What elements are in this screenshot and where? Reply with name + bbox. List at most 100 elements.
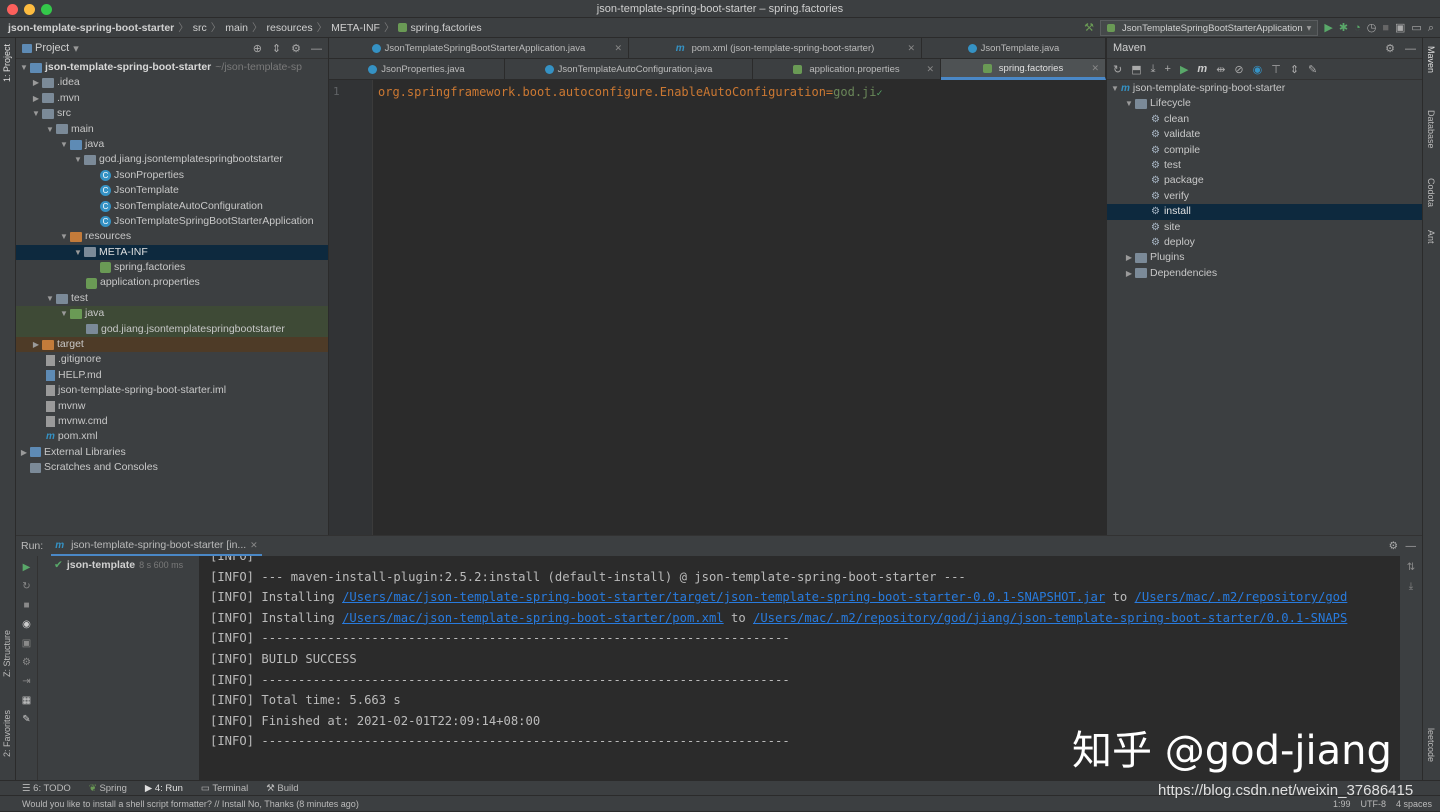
gear-icon[interactable]: ⚙ — [1385, 42, 1395, 55]
structure-tool-tab[interactable]: Z: Structure — [2, 630, 12, 677]
tree-item-external-libraries[interactable]: ▶ External Libraries — [16, 445, 328, 460]
scroll-to-end-icon[interactable]: ⤓ — [1409, 581, 1413, 592]
favorites-tool-tab[interactable]: 2: Favorites — [2, 710, 12, 757]
close-tab-icon[interactable]: ✕ — [614, 43, 622, 54]
tab-jsonproperties-java[interactable]: JsonProperties.java — [329, 59, 505, 80]
ant-tool-tab[interactable]: Ant — [1426, 230, 1436, 244]
code-line[interactable]: org.springframework.boot.autoconfigure.E… — [378, 85, 883, 99]
tab-application-properties[interactable]: application.properties ✕ — [753, 59, 941, 80]
maven-goal-verify[interactable]: ⚙ verify — [1107, 189, 1422, 204]
breadcrumb-resources[interactable]: resources — [267, 22, 313, 34]
hide-panel-icon[interactable]: — — [1406, 540, 1417, 552]
tree-item-idea[interactable]: ▶ .idea — [16, 75, 328, 90]
tree-item-src[interactable]: ▼ src — [16, 106, 328, 121]
maven-goal-install[interactable]: ⚙ install — [1107, 204, 1422, 220]
stop-icon[interactable]: ■ — [23, 600, 29, 611]
console-link[interactable]: /Users/mac/json-template-spring-boot-sta… — [342, 590, 1105, 604]
run-icon[interactable]: ▶ — [1180, 63, 1188, 76]
dependency-diagram-icon[interactable]: ◉ — [1253, 63, 1263, 76]
soft-wrap-icon[interactable]: ⇅ — [1407, 562, 1415, 573]
toggle-offline-icon[interactable]: ⇹ — [1216, 63, 1225, 76]
console-link[interactable]: /Users/mac/.m2/repository/god — [1135, 590, 1348, 604]
layout-icon[interactable]: ▦ — [22, 695, 31, 706]
tree-item-test[interactable]: ▼ test — [16, 291, 328, 306]
locate-file-icon[interactable]: ⊕ — [253, 42, 262, 55]
run-configuration-select[interactable]: JsonTemplateSpringBootStarterApplication… — [1100, 20, 1319, 36]
caret-position[interactable]: 1:99 — [1333, 799, 1351, 809]
stop-icon[interactable]: ■ — [1382, 22, 1389, 34]
tree-item-target[interactable]: ▶ target — [16, 337, 328, 353]
indent-setting[interactable]: 4 spaces — [1396, 799, 1432, 809]
debug-icon[interactable]: ✱ — [1339, 22, 1348, 34]
maven-goal-deploy[interactable]: ⚙ deploy — [1107, 235, 1422, 250]
codota-tool-tab[interactable]: Codota — [1426, 178, 1436, 207]
close-tab-icon[interactable]: ✕ — [1091, 63, 1099, 74]
maven-goal-validate[interactable]: ⚙ validate — [1107, 127, 1422, 142]
tree-item-application[interactable]: C JsonTemplateSpringBootStarterApplicatio… — [16, 214, 328, 229]
eye-icon[interactable]: ◉ — [22, 619, 31, 630]
download-icon[interactable]: ⤓ — [1151, 63, 1156, 76]
close-tab-icon[interactable]: ✕ — [907, 43, 915, 54]
maven-project-root[interactable]: ▼ m json-template-spring-boot-starter — [1107, 81, 1422, 96]
run-icon[interactable]: ▶ — [1324, 22, 1332, 34]
build-tool-tab[interactable]: ⚒ Build — [266, 783, 298, 794]
gear-icon[interactable]: ⚙ — [1389, 540, 1398, 552]
gear-icon[interactable]: ⚙ — [291, 42, 301, 55]
collapse-all-icon[interactable]: ⇕ — [272, 42, 281, 55]
add-icon[interactable]: + — [1165, 63, 1171, 75]
skip-tests-icon[interactable]: ⊘ — [1234, 63, 1243, 76]
tree-item-main[interactable]: ▼ main — [16, 122, 328, 137]
execute-goal-icon[interactable]: m — [1197, 63, 1207, 75]
breadcrumb-meta-inf[interactable]: META-INF — [331, 22, 380, 34]
maven-goal-clean[interactable]: ⚙ clean — [1107, 112, 1422, 127]
tree-item-root[interactable]: ▼ json-template-spring-boot-starter ~/js… — [16, 60, 328, 75]
database-tool-tab[interactable]: Database — [1426, 110, 1436, 149]
wrench-icon[interactable]: ✎ — [1308, 63, 1317, 76]
pin-icon[interactable]: ✎ — [22, 714, 30, 725]
tab-spring-factories[interactable]: spring.factories ✕ — [941, 59, 1106, 80]
breadcrumb-project[interactable]: json-template-spring-boot-starter — [8, 22, 174, 34]
rerun-failed-icon[interactable]: ↻ — [22, 581, 30, 592]
build-hammer-icon[interactable]: ⚒ — [1084, 22, 1094, 34]
collapse-all-icon[interactable]: ⇕ — [1290, 63, 1299, 76]
tab-pom-xml[interactable]: m pom.xml (json-template-spring-boot-star… — [629, 38, 922, 59]
maven-goal-package[interactable]: ⚙ package — [1107, 173, 1422, 188]
tree-item-mvnw[interactable]: mvnw — [16, 399, 328, 414]
file-encoding[interactable]: UTF-8 — [1360, 799, 1386, 809]
tree-item-spring-factories[interactable]: spring.factories — [16, 260, 328, 275]
tree-item-test-java[interactable]: ▼ java — [16, 306, 328, 322]
tab-application-java[interactable]: JsonTemplateSpringBootStarterApplication… — [329, 38, 629, 59]
run-tool-tab[interactable]: ▶ 4: Run — [145, 783, 183, 794]
tab-jsontemplate-java[interactable]: JsonTemplate.java — [922, 38, 1106, 59]
maven-goal-site[interactable]: ⚙ site — [1107, 220, 1422, 235]
tree-item-jsonproperties[interactable]: C JsonProperties — [16, 168, 328, 183]
spring-tool-tab[interactable]: ❦ Spring — [89, 783, 127, 794]
tree-item-mvn[interactable]: ▶ .mvn — [16, 91, 328, 106]
project-panel-title[interactable]: Project — [35, 42, 69, 54]
presentation-icon[interactable]: ▭ — [1411, 22, 1421, 34]
hide-panel-icon[interactable]: — — [311, 43, 322, 55]
status-message[interactable]: Would you like to install a shell script… — [22, 799, 359, 809]
generate-sources-icon[interactable]: ⬒ — [1131, 63, 1141, 76]
maven-plugins[interactable]: ▶ Plugins — [1107, 250, 1422, 265]
project-structure-icon[interactable]: ▣ — [1395, 22, 1405, 34]
search-everywhere-icon[interactable]: ⌕ — [1428, 22, 1434, 34]
tree-item-package[interactable]: ▼ god.jiang.jsontemplatespringbootstarter — [16, 152, 328, 167]
run-tree-item[interactable]: ✔ json-template 8 s 600 ms — [54, 559, 199, 571]
tree-item-scratches[interactable]: Scratches and Consoles — [16, 460, 328, 475]
maven-dependencies[interactable]: ▶ Dependencies — [1107, 266, 1422, 281]
tree-item-jsontemplate[interactable]: C JsonTemplate — [16, 183, 328, 198]
breadcrumb-file[interactable]: spring.factories — [410, 22, 481, 34]
tree-item-iml[interactable]: json-template-spring-boot-starter.iml — [16, 383, 328, 398]
tree-item-test-package[interactable]: god.jiang.jsontemplatespringbootstarter — [16, 321, 328, 338]
terminal-tool-tab[interactable]: ▭ Terminal — [201, 783, 248, 794]
maven-goal-compile[interactable]: ⚙ compile — [1107, 143, 1422, 158]
leetcode-tool-tab[interactable]: leetcode — [1426, 728, 1436, 762]
close-window-button[interactable] — [7, 4, 18, 15]
coverage-icon[interactable]: ◔ — [1354, 22, 1361, 34]
run-tab[interactable]: m json-template-spring-boot-starter [in.… — [51, 536, 262, 556]
todo-tool-tab[interactable]: ☰ 6: TODO — [22, 783, 71, 794]
rerun-icon[interactable]: ▶ — [23, 562, 31, 573]
maven-tool-tab[interactable]: Maven — [1426, 46, 1436, 73]
maven-lifecycle[interactable]: ▼ Lifecycle — [1107, 96, 1422, 111]
